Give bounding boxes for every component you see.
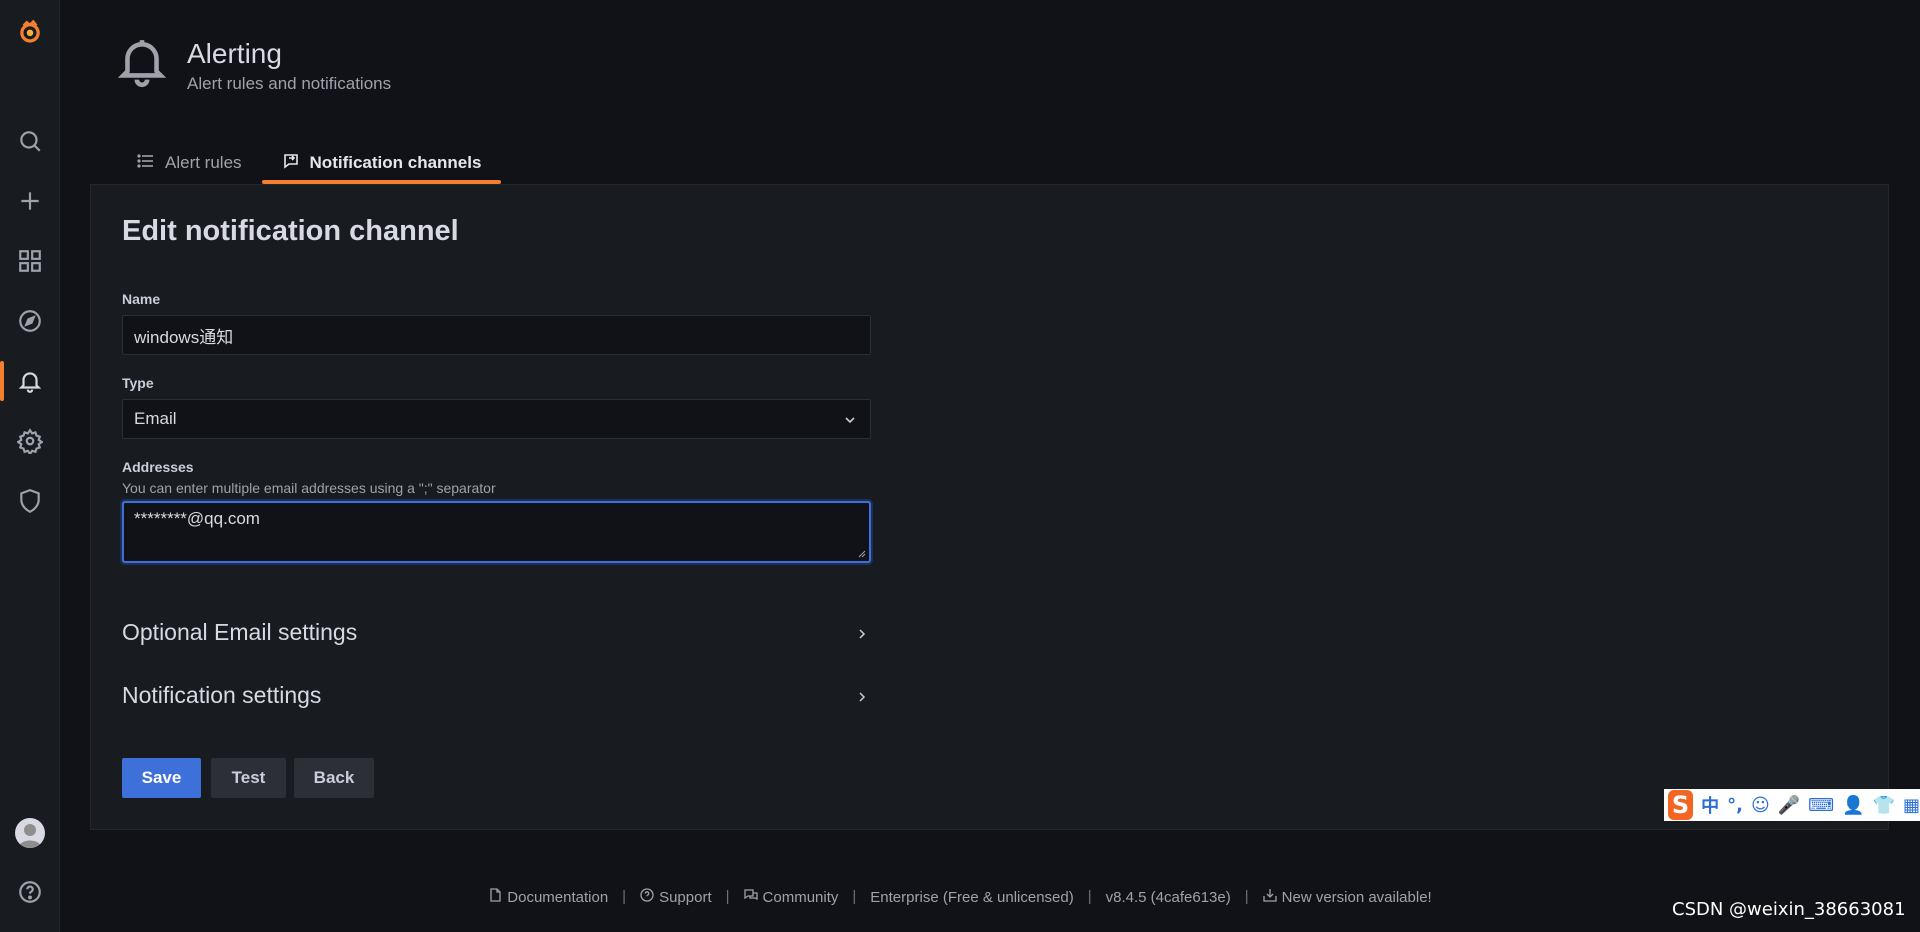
footer-separator: | (725, 888, 730, 905)
type-value: Email (134, 409, 177, 428)
footer-separator: | (852, 888, 857, 905)
chevron-right-icon (857, 682, 871, 709)
optional-email-settings-toggle[interactable]: Optional Email settings (122, 612, 871, 652)
bell-icon[interactable] (0, 359, 60, 403)
chevron-right-icon (857, 619, 871, 646)
page-header: Alerting Alert rules and notifications (117, 36, 391, 95)
addresses-label: Addresses (122, 459, 194, 475)
user-icon[interactable]: 👤 (1842, 795, 1864, 816)
tab-label: Notification channels (309, 153, 482, 172)
footer-separator: | (1087, 888, 1092, 905)
shield-icon[interactable] (0, 479, 60, 523)
version-label: v8.4.5 (4cafe613e) (1105, 888, 1231, 906)
ime-chinese-mode[interactable]: 中 (1701, 792, 1719, 818)
notification-settings-toggle[interactable]: Notification settings (122, 675, 871, 715)
page-title: Alerting (187, 38, 282, 69)
footer-support-link[interactable]: Support (640, 888, 712, 906)
compass-icon[interactable] (0, 299, 60, 343)
documentation-label: Documentation (507, 888, 609, 906)
tab-notification-channels[interactable]: Notification channels (261, 142, 502, 184)
optional-email-settings-label: Optional Email settings (122, 618, 358, 645)
avatar[interactable] (15, 818, 45, 848)
test-button[interactable]: Test (211, 758, 286, 798)
name-value: windows通知 (134, 327, 234, 347)
emoji-icon[interactable]: ☺ (1751, 795, 1770, 816)
ime-punctuation[interactable]: °, (1727, 795, 1743, 816)
gear-icon[interactable] (0, 419, 60, 463)
ime-toolbar[interactable]: S 中 °, ☺ 🎤 ⌨ 👤 👕 ▦ (1664, 789, 1920, 821)
document-icon (488, 888, 507, 906)
download-icon (1262, 888, 1282, 906)
footer-new-version-link[interactable]: New version available! (1262, 888, 1432, 906)
name-input[interactable]: windows通知 (122, 315, 871, 355)
bell-icon (117, 36, 167, 95)
edition-label: Enterprise (Free & unlicensed) (870, 888, 1074, 906)
addresses-description: You can enter multiple email addresses u… (122, 480, 496, 496)
skin-icon[interactable]: 👕 (1873, 795, 1895, 816)
microphone-icon[interactable]: 🎤 (1778, 795, 1800, 816)
tab-alert-rules[interactable]: Alert rules (117, 142, 262, 184)
question-circle-icon (640, 888, 659, 906)
tab-bar: Alert rules Notification channels (117, 142, 502, 184)
support-label: Support (659, 888, 712, 906)
main-content: Alerting Alert rules and notifications A… (61, 0, 1920, 932)
new-version-label: New version available! (1281, 888, 1432, 906)
addresses-value: ********@qq.com (134, 509, 260, 528)
footer-community-link[interactable]: Community (743, 888, 839, 906)
footer-version: v8.4.5 (4cafe613e) (1106, 888, 1231, 906)
type-label: Type (122, 375, 154, 391)
save-button[interactable]: Save (122, 758, 201, 798)
plus-icon[interactable] (0, 179, 60, 223)
page-subtitle: Alert rules and notifications (187, 74, 392, 93)
watermark: CSDN @weixin_38663081 (1672, 899, 1906, 920)
footer-separator: | (1244, 888, 1249, 905)
sogou-logo-icon[interactable]: S (1668, 790, 1694, 820)
community-label: Community (762, 888, 839, 906)
list-icon (137, 152, 165, 175)
sidebar (0, 0, 60, 932)
footer-edition[interactable]: Enterprise (Free & unlicensed) (870, 888, 1073, 906)
grid-icon[interactable]: ▦ (1903, 795, 1920, 816)
keyboard-icon[interactable]: ⌨ (1808, 795, 1834, 816)
footer-separator: | (622, 888, 627, 905)
search-icon[interactable] (0, 119, 60, 163)
back-button[interactable]: Back (294, 758, 374, 798)
footer: Documentation | Support | Community | En… (0, 888, 1920, 906)
dashboards-icon[interactable] (0, 239, 60, 283)
notification-settings-label: Notification settings (122, 681, 322, 708)
comment-alt-share-icon (282, 152, 310, 175)
grafana-logo-icon[interactable] (0, 10, 60, 54)
name-label: Name (122, 291, 161, 307)
type-select[interactable]: Email (122, 399, 871, 439)
footer-documentation-link[interactable]: Documentation (488, 888, 608, 906)
edit-channel-panel: Edit notification channel Name windows通知… (90, 184, 1889, 830)
addresses-textarea[interactable]: ********@qq.com (122, 501, 871, 563)
comments-icon (743, 888, 763, 906)
form-heading: Edit notification channel (122, 215, 459, 247)
tab-label: Alert rules (165, 153, 242, 172)
